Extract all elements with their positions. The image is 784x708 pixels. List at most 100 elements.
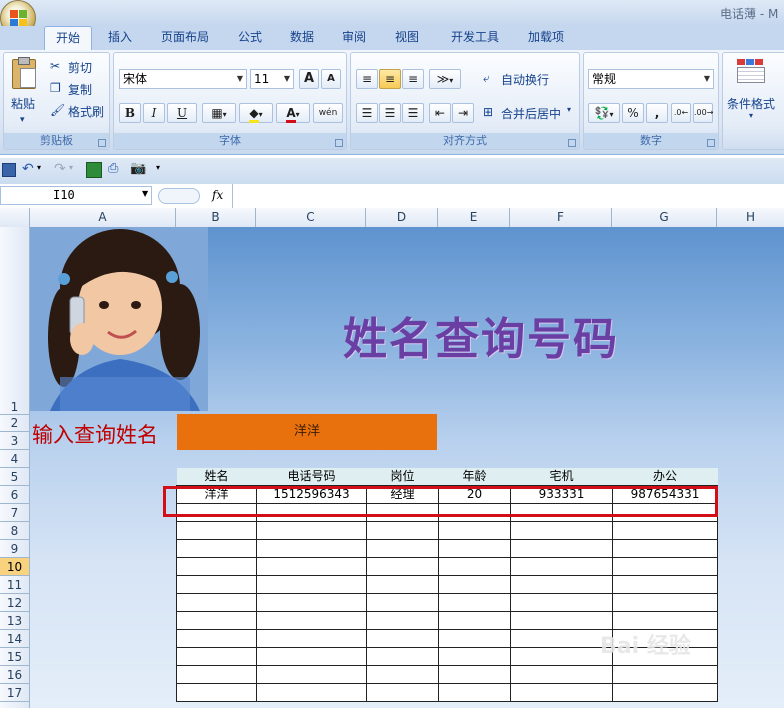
table-cell[interactable] xyxy=(510,593,613,612)
tab-review[interactable]: 审阅 xyxy=(332,26,376,49)
table-cell[interactable] xyxy=(256,557,367,576)
search-name-input[interactable]: 洋洋 xyxy=(177,414,437,450)
row-header[interactable]: 1 xyxy=(0,227,29,415)
table-cell[interactable] xyxy=(510,683,613,702)
align-top-button[interactable]: ≡ xyxy=(356,69,378,89)
table-cell[interactable] xyxy=(438,593,511,612)
table-cell[interactable] xyxy=(612,575,718,594)
wrap-text-button[interactable]: 自动换行 xyxy=(501,71,549,88)
row-header[interactable]: 5 xyxy=(0,468,29,486)
table-cell[interactable] xyxy=(510,665,613,684)
shrink-font-button[interactable]: A xyxy=(321,69,341,89)
select-all-corner[interactable] xyxy=(0,208,30,227)
table-cell[interactable] xyxy=(612,521,718,540)
table-cell[interactable] xyxy=(438,521,511,540)
currency-button[interactable]: 💱▾ xyxy=(588,103,620,123)
table-cell[interactable] xyxy=(612,683,718,702)
name-box-dropdown-icon[interactable]: ▼ xyxy=(142,189,148,198)
table-cell[interactable] xyxy=(176,557,257,576)
table-cell[interactable] xyxy=(366,557,439,576)
table-cell[interactable] xyxy=(438,611,511,630)
row-header[interactable]: 15 xyxy=(0,648,29,666)
table-cell[interactable] xyxy=(366,539,439,558)
table-cell[interactable] xyxy=(510,557,613,576)
tab-view[interactable]: 视图 xyxy=(385,26,429,49)
undo-icon[interactable]: ↶ xyxy=(22,161,34,177)
decrease-indent-button[interactable]: ⇤ xyxy=(429,103,451,123)
paste-icon[interactable] xyxy=(12,57,36,89)
fill-color-button[interactable]: ◆▾ xyxy=(239,103,273,123)
align-right-button[interactable]: ☰ xyxy=(402,103,424,123)
table-cell[interactable] xyxy=(366,647,439,666)
table-cell[interactable] xyxy=(176,647,257,666)
redo-icon[interactable]: ↷ xyxy=(54,161,66,177)
underline-button[interactable]: U xyxy=(167,103,197,123)
row-header[interactable]: 13 xyxy=(0,612,29,630)
table-cell[interactable] xyxy=(366,611,439,630)
table-cell[interactable] xyxy=(256,521,367,540)
table-cell[interactable] xyxy=(612,611,718,630)
column-header[interactable]: F xyxy=(510,208,612,227)
table-cell[interactable] xyxy=(510,539,613,558)
column-header[interactable]: G xyxy=(612,208,717,227)
increase-decimal-button[interactable]: .0← xyxy=(671,103,691,123)
row-header[interactable]: 2 xyxy=(0,415,29,432)
table-cell[interactable] xyxy=(256,629,367,648)
merge-center-button[interactable]: 合并后居中 xyxy=(501,105,561,122)
italic-button[interactable]: I xyxy=(143,103,165,123)
align-left-button[interactable]: ☰ xyxy=(356,103,378,123)
table-cell[interactable] xyxy=(510,629,613,648)
tab-insert[interactable]: 插入 xyxy=(98,26,142,49)
row-header[interactable]: 9 xyxy=(0,540,29,558)
column-header[interactable]: E xyxy=(438,208,510,227)
table-cell[interactable] xyxy=(612,593,718,612)
font-name-select[interactable]: 宋体 ▼ xyxy=(119,69,247,89)
tab-page-layout[interactable]: 页面布局 xyxy=(150,26,220,49)
row-header[interactable]: 4 xyxy=(0,450,29,468)
redo-dropdown-icon[interactable]: ▾ xyxy=(69,163,73,172)
table-cell[interactable] xyxy=(438,629,511,648)
column-header[interactable]: H xyxy=(717,208,784,227)
camera-icon[interactable]: 📷 xyxy=(130,161,146,176)
tab-home[interactable]: 开始 xyxy=(44,26,92,50)
save-icon[interactable] xyxy=(2,163,16,177)
percent-button[interactable]: % xyxy=(622,103,644,123)
table-cell[interactable] xyxy=(612,665,718,684)
tab-formulas[interactable]: 公式 xyxy=(228,26,272,49)
formula-bar-splitter[interactable] xyxy=(158,188,200,204)
format-painter-button[interactable]: 格式刷 xyxy=(68,103,104,120)
table-cell[interactable] xyxy=(438,557,511,576)
decrease-decimal-button[interactable]: .00→ xyxy=(693,103,713,123)
undo-dropdown-icon[interactable]: ▾ xyxy=(37,163,41,172)
grow-font-button[interactable]: A xyxy=(299,69,319,89)
table-cell[interactable] xyxy=(366,575,439,594)
table-cell[interactable] xyxy=(438,539,511,558)
align-center-button[interactable]: ☰ xyxy=(379,103,401,123)
column-header[interactable]: D xyxy=(366,208,438,227)
table-cell[interactable] xyxy=(256,575,367,594)
table-cell[interactable] xyxy=(256,611,367,630)
table-cell[interactable] xyxy=(176,593,257,612)
comma-button[interactable]: , xyxy=(646,103,668,123)
table-cell[interactable] xyxy=(366,665,439,684)
font-color-button[interactable]: A▾ xyxy=(276,103,310,123)
column-header[interactable]: B xyxy=(176,208,256,227)
table-cell[interactable] xyxy=(510,647,613,666)
print-preview-icon[interactable]: ⎙ xyxy=(108,161,118,176)
cut-button[interactable]: 剪切 xyxy=(68,59,92,76)
table-cell[interactable] xyxy=(438,647,511,666)
alignment-launcher-icon[interactable] xyxy=(568,139,576,147)
conditional-format-icon[interactable] xyxy=(737,59,765,83)
align-middle-button[interactable]: ≡ xyxy=(379,69,401,89)
conditional-format-button[interactable]: 条件格式 xyxy=(727,95,775,112)
row-header[interactable]: 8 xyxy=(0,522,29,540)
merge-dropdown-icon[interactable]: ▾ xyxy=(567,105,571,114)
border-button[interactable]: ▦▾ xyxy=(202,103,236,123)
table-cell[interactable] xyxy=(176,611,257,630)
row-header-selected[interactable]: 10 xyxy=(0,558,29,576)
table-cell[interactable] xyxy=(366,521,439,540)
tab-addins[interactable]: 加载项 xyxy=(518,26,574,49)
row-header[interactable]: 6 xyxy=(0,486,29,504)
table-cell[interactable] xyxy=(176,521,257,540)
table-cell[interactable] xyxy=(176,539,257,558)
